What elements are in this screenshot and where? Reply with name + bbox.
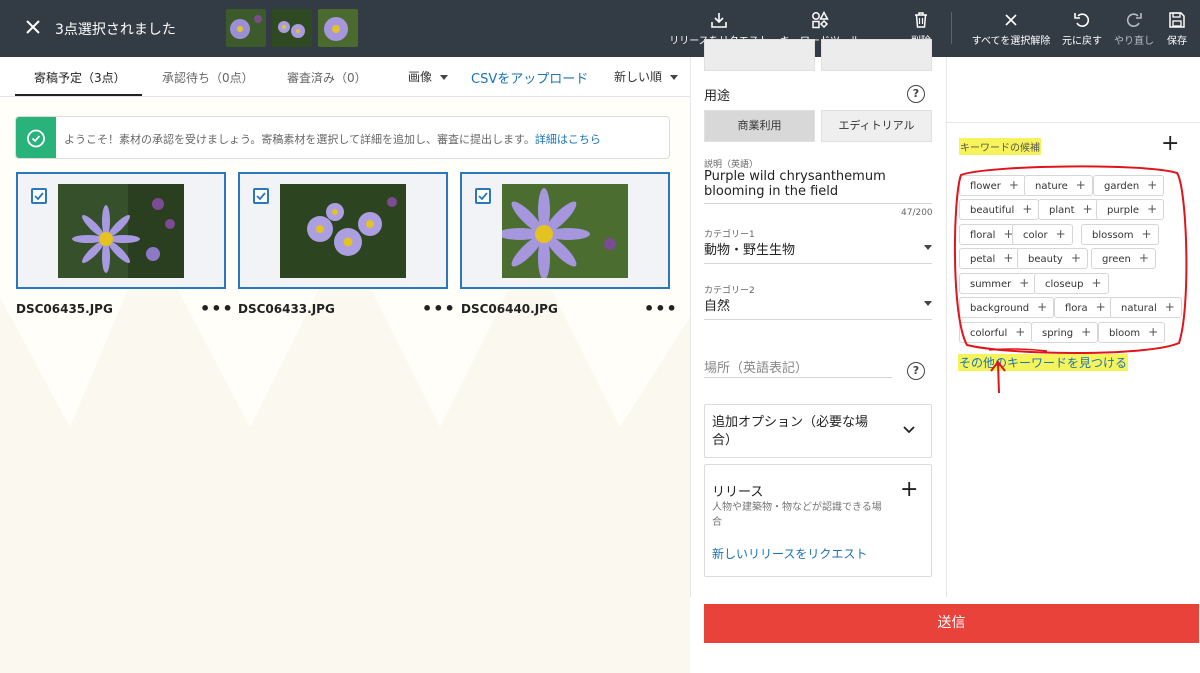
toolbar-divider: [951, 12, 952, 44]
release-description: 人物や建築物・物などが認識できる場合: [712, 502, 882, 528]
more-options-button[interactable]: •••: [200, 299, 234, 318]
location-input[interactable]: 場所（英語表記）: [704, 357, 808, 376]
tab-pending[interactable]: 承認待ち（0点）: [162, 69, 254, 86]
asset-photo: [502, 184, 628, 278]
file-name: DSC06435.JPG: [16, 302, 113, 316]
field-underline: [704, 203, 932, 204]
more-options-button[interactable]: •••: [644, 299, 678, 318]
field-underline: [704, 319, 932, 320]
description-field[interactable]: Purple wild chrysanthemum blooming in th…: [704, 169, 929, 199]
keyword-panel: キーワードの候補 + flower + nature + garden + beautifu…: [946, 57, 1200, 597]
floppy-icon: [1169, 12, 1185, 28]
usage-editorial-button[interactable]: エディトリアル: [821, 110, 932, 142]
sort-dropdown[interactable]: 新しい順: [614, 68, 679, 85]
trash-icon: [915, 12, 927, 28]
asset-photo: [58, 184, 184, 278]
welcome-banner: ようこそ！素材の承認を受けましょう。寄稿素材を選択して詳細を追加し、審査に提出し…: [15, 116, 670, 159]
close-icon: [1005, 14, 1017, 26]
selected-thumbnail[interactable]: [318, 9, 358, 47]
media-filter-dropdown[interactable]: 画像: [408, 68, 449, 85]
download-icon: [711, 13, 727, 28]
more-options-button[interactable]: •••: [422, 299, 456, 318]
selection-title: 3点選択されました: [55, 22, 176, 38]
asset-card[interactable]: [460, 172, 670, 289]
submit-button[interactable]: 送信: [704, 604, 1199, 643]
tab-reviewed[interactable]: 審査済み（0）: [287, 69, 367, 86]
field-underline: [704, 377, 892, 378]
selected-thumbnail[interactable]: [226, 9, 266, 47]
add-release-button[interactable]: +: [900, 479, 918, 501]
checkbox-checked[interactable]: [475, 188, 491, 204]
help-icon[interactable]: ?: [907, 362, 925, 380]
deselect-all-button[interactable]: すべてを選択解除: [969, 11, 1053, 47]
chevron-down-icon: [903, 426, 915, 434]
file-name: DSC06440.JPG: [461, 302, 558, 316]
asset-card[interactable]: [16, 172, 226, 289]
segment-button[interactable]: [704, 39, 815, 71]
caret-down-icon: [440, 75, 449, 80]
field-underline: [704, 263, 932, 264]
caret-down-icon: [924, 301, 932, 306]
annotation-overlay: [953, 165, 1188, 394]
asset-card[interactable]: [238, 172, 448, 289]
request-new-release-link[interactable]: 新しいリリースをリクエスト: [712, 545, 867, 562]
active-tab-indicator: [15, 94, 142, 96]
checkbox-checked[interactable]: [253, 188, 269, 204]
caret-down-icon: [670, 75, 679, 80]
banner-text: ようこそ！素材の承認を受けましょう。寄稿素材を選択して詳細を追加し、審査に提出し…: [64, 133, 535, 146]
release-section: リリース + 人物や建築物・物などが認識できる場合 新しいリリースをリクエスト: [704, 464, 932, 577]
details-panel: 用途 ? 商業利用 エディトリアル 説明（英語） Purple wild chr…: [690, 39, 946, 597]
file-name: DSC06433.JPG: [238, 302, 335, 316]
check-circle-icon: [16, 117, 56, 158]
save-button[interactable]: 保存: [1164, 11, 1190, 47]
selected-thumbnail[interactable]: [272, 9, 312, 47]
close-icon[interactable]: [22, 16, 44, 38]
undo-button[interactable]: 元に戻す: [1061, 11, 1103, 47]
redo-button[interactable]: やり直し: [1112, 11, 1156, 47]
csv-upload-link[interactable]: CSVをアップロード: [471, 68, 588, 87]
redo-icon: [1126, 13, 1142, 27]
release-title: リリース: [712, 485, 764, 500]
shapes-icon: [812, 11, 829, 29]
asset-photo: [280, 184, 406, 278]
top-toolbar: 3点選択されました リリースをリクエスト キーワードツール 削除 すべてを選択解…: [0, 0, 1200, 57]
checkbox-checked[interactable]: [31, 188, 47, 204]
undo-icon: [1074, 13, 1090, 27]
category1-select[interactable]: 動物・野生生物: [704, 239, 932, 263]
category2-select[interactable]: 自然: [704, 295, 932, 319]
usage-label: 用途: [704, 89, 731, 104]
usage-commercial-button[interactable]: 商業利用: [704, 110, 815, 142]
help-icon[interactable]: ?: [907, 85, 925, 103]
learn-more-link[interactable]: 詳細はこちら: [535, 133, 601, 146]
tab-scheduled[interactable]: 寄稿予定（3点）: [34, 69, 126, 86]
additional-options-accordion[interactable]: 追加オプション（必要な場合）: [704, 404, 932, 458]
description-char-count: 47/200: [901, 208, 933, 218]
caret-down-icon: [924, 245, 932, 250]
segment-button[interactable]: [821, 39, 932, 71]
tab-bar: 寄稿予定（3点） 承認待ち（0点） 審査済み（0） 画像 CSVをアップロード …: [0, 57, 690, 97]
